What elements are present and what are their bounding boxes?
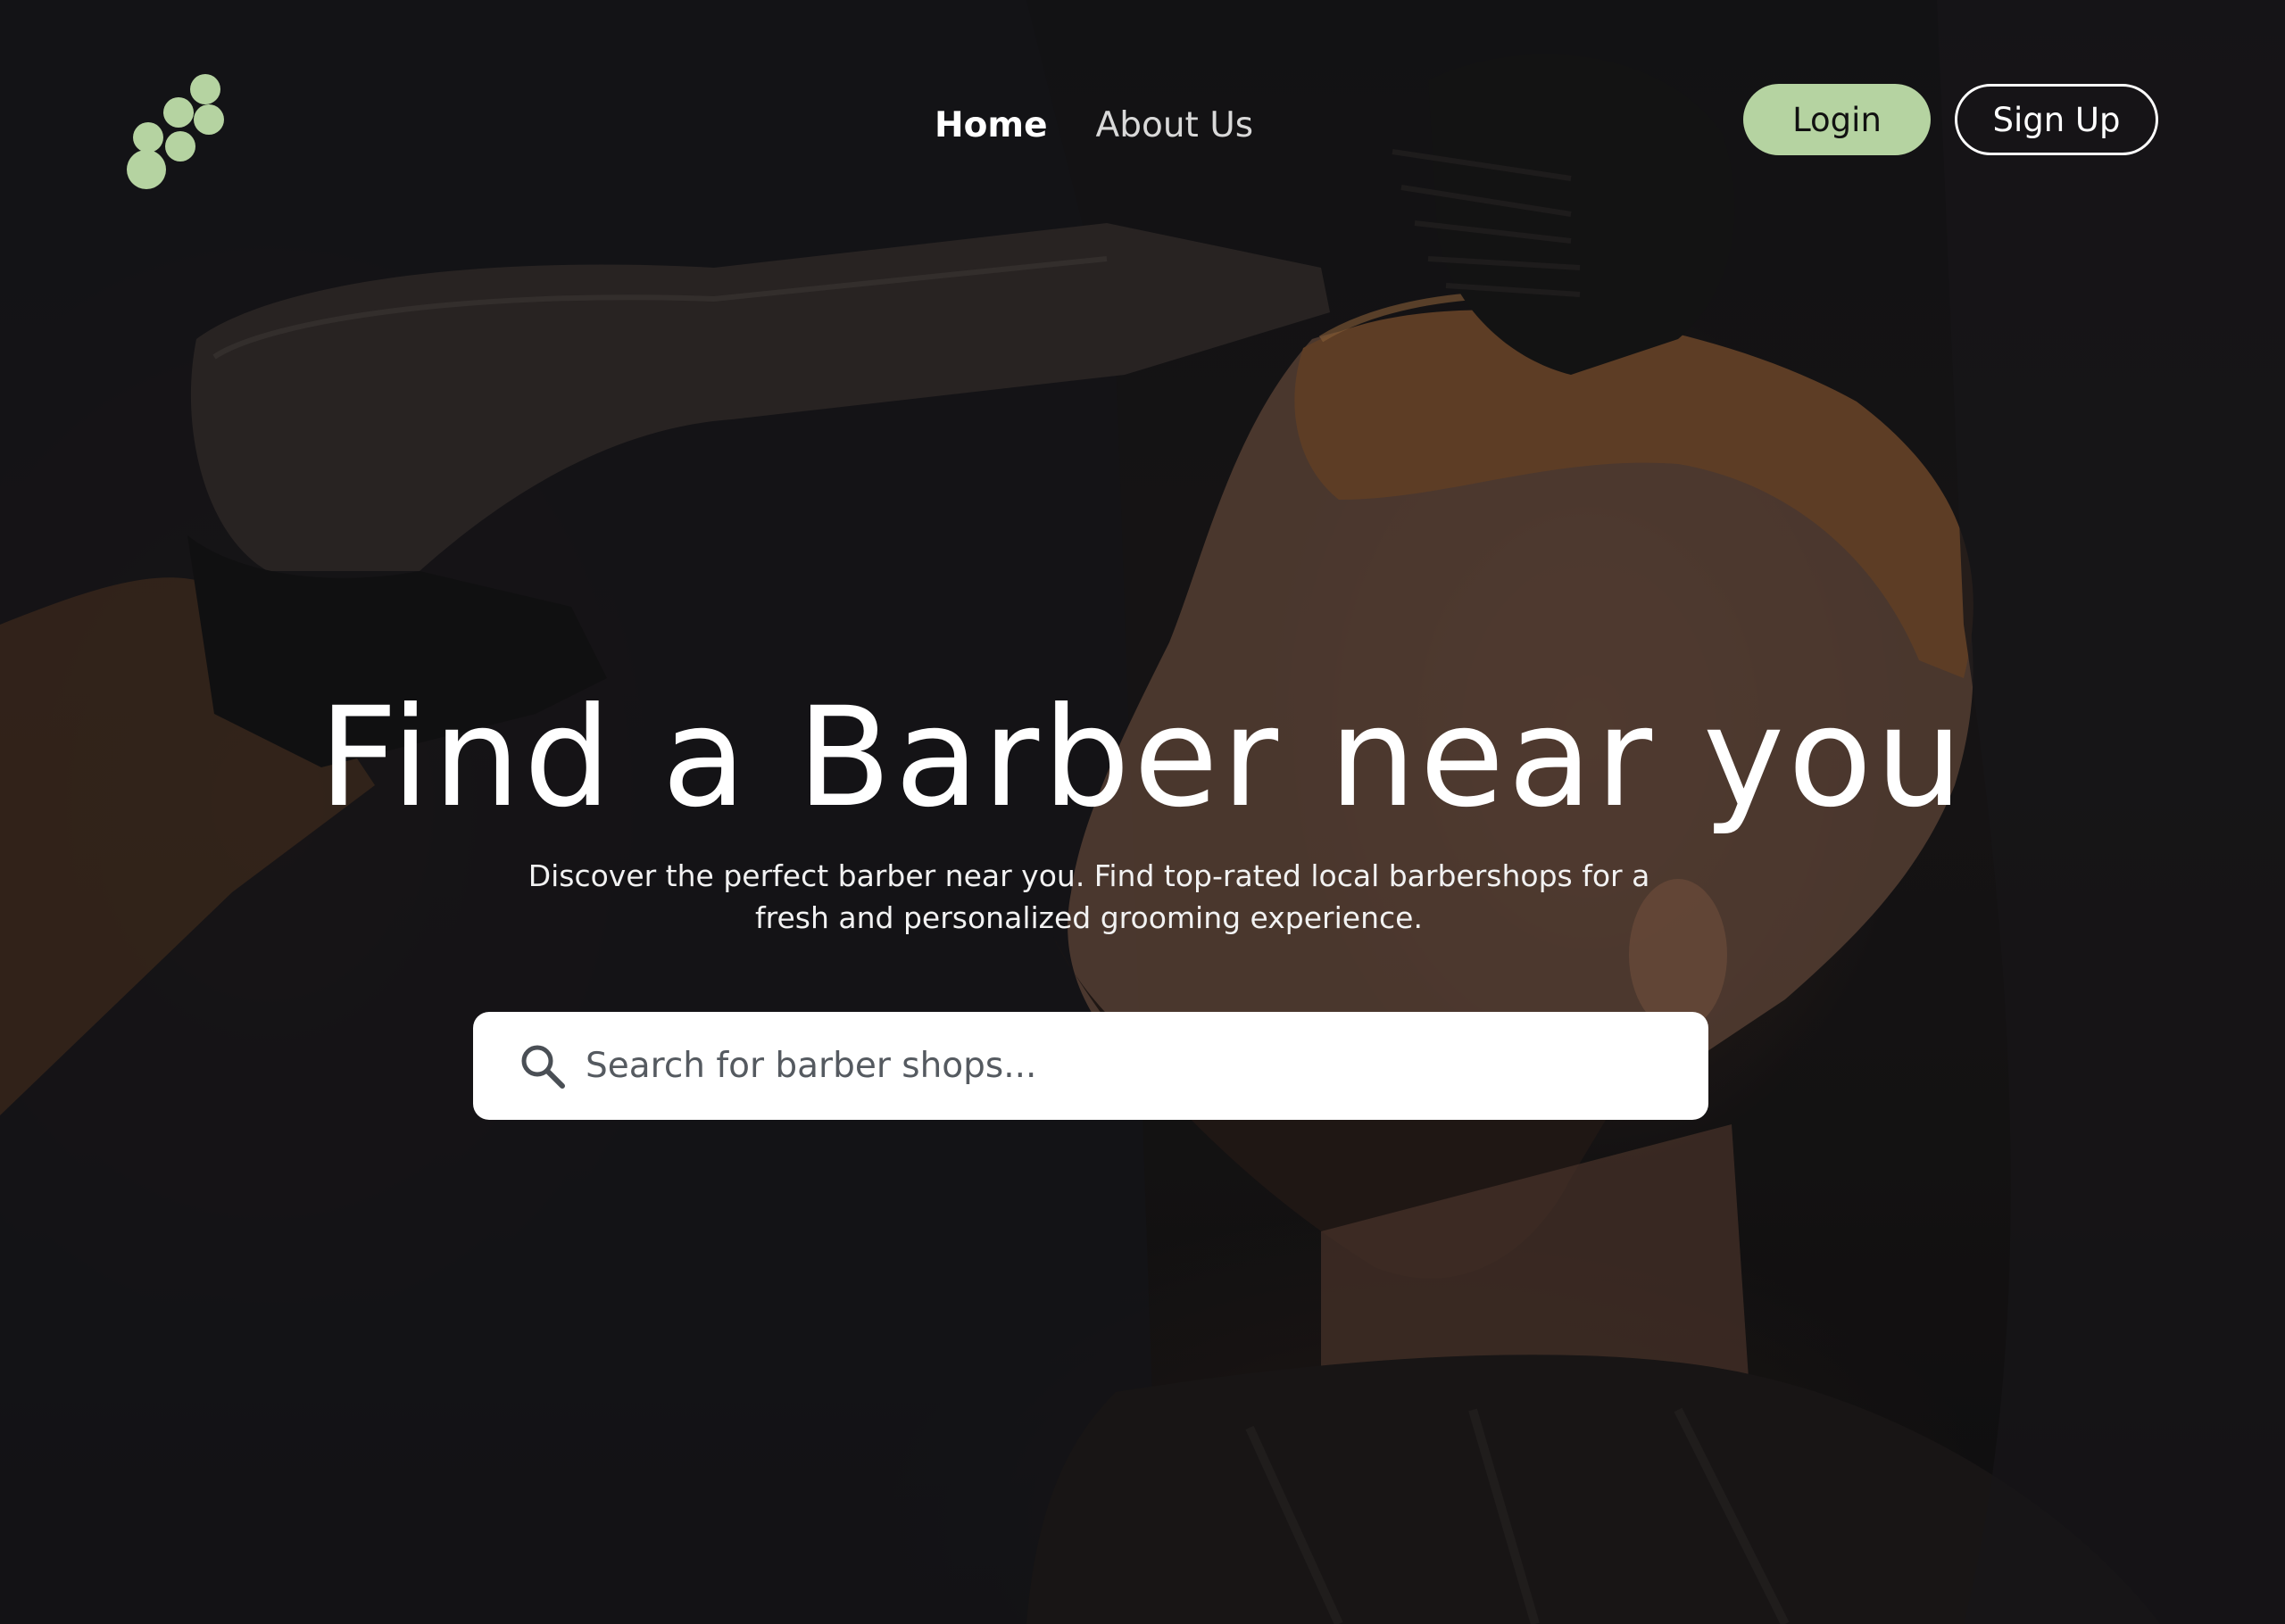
nav-home[interactable]: Home [935,105,1048,145]
search-input[interactable] [584,1030,1637,1102]
search-icon[interactable] [518,1041,568,1091]
main-nav: Home About Us [935,105,1253,145]
hero-subtitle-line-1: Discover the perfect barber near you. Fi… [528,858,1650,893]
hero-subtitle: Discover the perfect barber near you. Fi… [518,855,1660,939]
hero-section: Home About Us Login Sign Up Find a Barbe… [0,0,2285,1624]
hero-subtitle-line-2: fresh and personalized grooming experien… [755,900,1423,935]
search-bar[interactable] [473,1012,1708,1120]
sign-up-button[interactable]: Sign Up [1955,84,2158,155]
login-button[interactable]: Login [1743,84,1931,155]
nav-about-us[interactable]: About Us [1096,105,1254,145]
barber-shop-logo[interactable] [123,70,239,190]
hero-headline: Find a Barber near you [319,678,1966,838]
